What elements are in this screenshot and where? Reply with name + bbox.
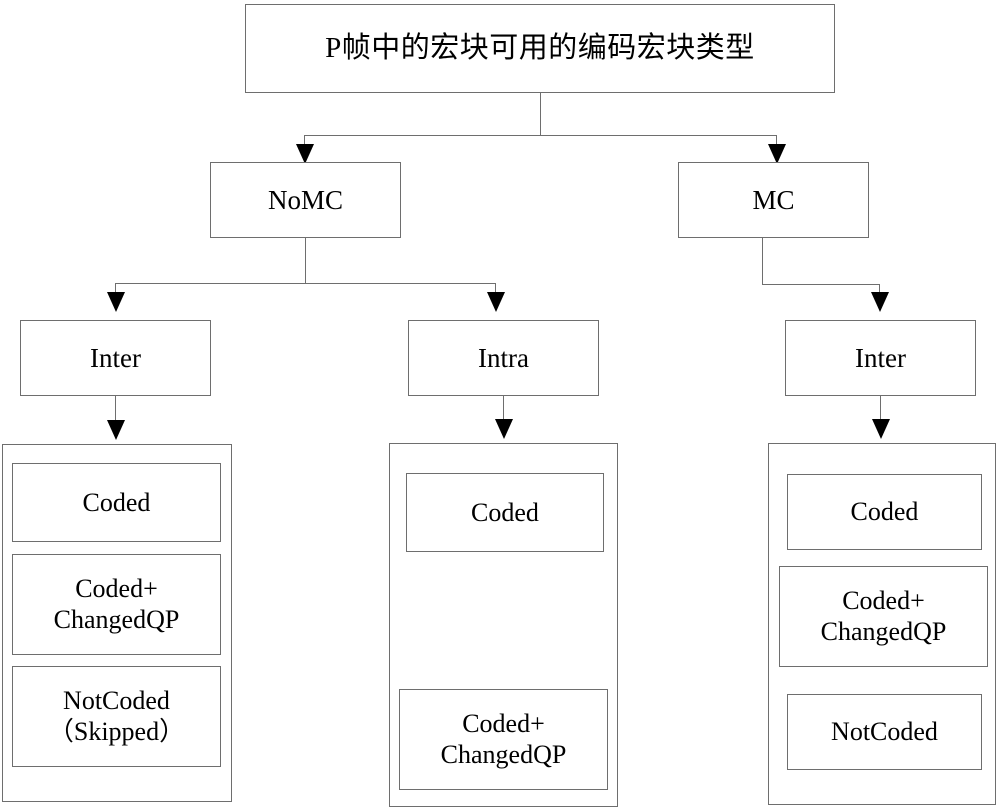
leaf-1-2-label-line1: Coded+ [75, 573, 158, 603]
leaf-2-1: Coded [406, 473, 604, 552]
leaf-3-2-label-line2: ChangedQP [820, 616, 947, 646]
connector-level2-bar [304, 135, 776, 136]
arrowhead-to-inter-left [107, 292, 125, 312]
leaf-1-2: Coded+ ChangedQP [12, 554, 221, 655]
connector-nomc-bar [115, 283, 495, 284]
leaf-1-1-label: Coded [82, 487, 151, 517]
node-inter-left: Inter [20, 320, 211, 396]
leaf-group-1: Coded Coded+ ChangedQP NotCoded （Skipped… [2, 444, 232, 802]
flowchart-canvas: P帧中的宏块可用的编码宏块类型 NoMC MC Inter Intra Inte… [0, 0, 1000, 807]
leaf-group-2: Coded Coded+ ChangedQP [389, 443, 618, 807]
arrowhead-to-inter-right [871, 292, 889, 312]
node-mc-label: MC [752, 184, 795, 215]
leaf-group-3: Coded Coded+ ChangedQP NotCoded [768, 443, 996, 805]
node-nomc-label: NoMC [267, 184, 343, 215]
leaf-3-3-label: NotCoded [831, 717, 938, 747]
node-intra-label: Intra [478, 342, 529, 373]
node-nomc: NoMC [210, 162, 401, 238]
leaf-3-3: NotCoded [787, 694, 982, 770]
leaf-1-2-label-line2: ChangedQP [53, 604, 180, 634]
node-inter-right: Inter [785, 320, 976, 396]
leaf-3-1-label: Coded [850, 497, 919, 527]
connector-nomc-stem [305, 238, 306, 283]
leaf-3-2-label-line1: Coded+ [842, 585, 925, 615]
node-inter-left-label: Inter [90, 342, 141, 373]
leaf-2-1-label: Coded [471, 497, 539, 527]
arrowhead-to-nomc [296, 144, 314, 164]
title-label: P帧中的宏块可用的编码宏块类型 [325, 32, 755, 65]
arrowhead-to-leafgroup-3 [872, 419, 890, 439]
leaf-1-3-label-line2: （Skipped） [47, 716, 186, 746]
leaf-3-2: Coded+ ChangedQP [779, 566, 988, 667]
arrowhead-to-intra [487, 292, 505, 312]
leaf-2-2-label-line2: ChangedQP [440, 739, 567, 769]
leaf-1-3: NotCoded （Skipped） [12, 666, 221, 767]
leaf-1-3-label-line1: NotCoded [63, 685, 170, 715]
leaf-3-1: Coded [787, 474, 982, 550]
arrowhead-to-mc [768, 144, 786, 164]
node-inter-right-label: Inter [855, 342, 906, 373]
arrowhead-to-leafgroup-1 [107, 420, 125, 440]
leaf-2-2: Coded+ ChangedQP [399, 689, 608, 790]
node-intra: Intra [408, 320, 599, 396]
node-mc: MC [678, 162, 869, 238]
connector-mc-stem [762, 238, 763, 284]
connector-title-stem [540, 93, 541, 135]
connector-mc-jog [762, 284, 879, 285]
arrowhead-to-leafgroup-2 [495, 419, 513, 439]
leaf-1-1: Coded [12, 463, 221, 542]
leaf-2-2-label-line1: Coded+ [462, 708, 545, 738]
title-box: P帧中的宏块可用的编码宏块类型 [245, 4, 835, 93]
